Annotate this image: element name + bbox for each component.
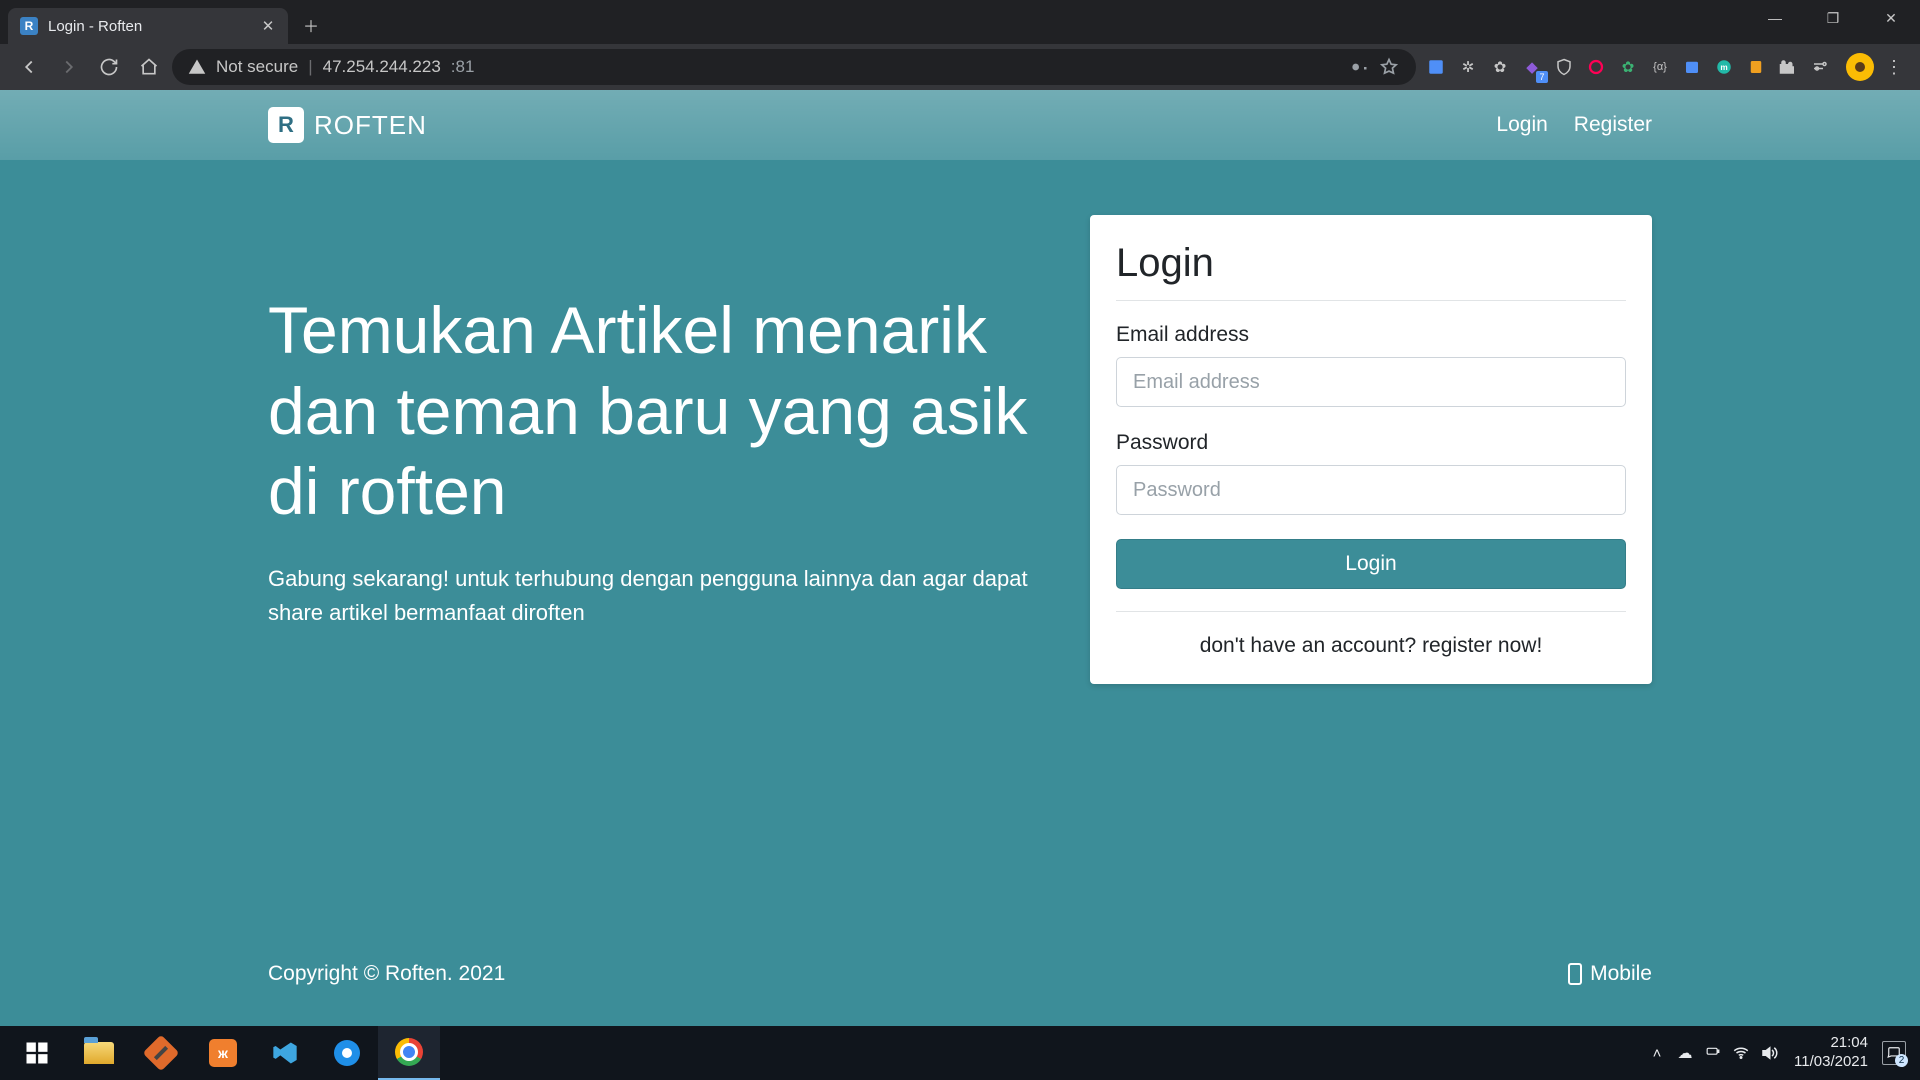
brand-logo-icon: R xyxy=(268,107,304,143)
tray-wifi-icon[interactable] xyxy=(1730,1042,1752,1064)
taskbar-chrome[interactable] xyxy=(378,1026,440,1080)
tray-clock[interactable]: 21:04 11/03/2021 xyxy=(1794,1034,1868,1072)
tray-notifications-icon[interactable] xyxy=(1882,1041,1906,1065)
taskbar-explorer[interactable] xyxy=(68,1026,130,1080)
extension-frog-icon[interactable]: ✿ xyxy=(1614,53,1642,81)
extension-circle-icon[interactable] xyxy=(1582,53,1610,81)
extension-calendar-icon[interactable] xyxy=(1678,53,1706,81)
tab-strip: R Login - Roften ✕ ＋ ― ❐ ✕ xyxy=(0,0,1920,44)
password-input[interactable] xyxy=(1116,465,1626,515)
brand-name: ROFTEN xyxy=(314,110,427,141)
email-input[interactable] xyxy=(1116,357,1626,407)
back-button[interactable] xyxy=(12,50,46,84)
window-minimize-button[interactable]: ― xyxy=(1746,0,1804,36)
media-control-icon[interactable] xyxy=(1806,53,1834,81)
browser-chrome: R Login - Roften ✕ ＋ ― ❐ ✕ Not secure xyxy=(0,0,1920,90)
nav-links: Login Register xyxy=(1496,113,1652,137)
extensions-row: ✲ ✿ ◆ ✿ {α} m xyxy=(1422,53,1834,81)
favicon-icon: R xyxy=(20,17,38,35)
extension-gear-icon[interactable]: ✿ xyxy=(1486,53,1514,81)
windows-taskbar: ж ˄ ☁ 21:04 11/03/2021 xyxy=(0,1026,1920,1080)
extension-translate-icon[interactable] xyxy=(1422,53,1450,81)
brand[interactable]: R ROFTEN xyxy=(268,107,427,143)
tab-title: Login - Roften xyxy=(48,18,250,35)
register-prompt-row: don't have an account? register now! xyxy=(1116,634,1626,658)
divider xyxy=(1116,300,1626,301)
extension-m-icon[interactable]: m xyxy=(1710,53,1738,81)
window-close-button[interactable]: ✕ xyxy=(1862,0,1920,36)
browser-menu-button[interactable]: ⋮ xyxy=(1880,50,1908,84)
system-tray: ˄ ☁ 21:04 11/03/2021 xyxy=(1646,1034,1914,1072)
phone-icon xyxy=(1568,963,1582,985)
extension-react-icon[interactable]: ✲ xyxy=(1454,53,1482,81)
window-controls: ― ❐ ✕ xyxy=(1746,0,1920,36)
browser-tab[interactable]: R Login - Roften ✕ xyxy=(8,8,288,44)
tray-chevron-icon[interactable]: ˄ xyxy=(1646,1042,1668,1064)
taskbar-git[interactable] xyxy=(130,1026,192,1080)
extension-purple-icon[interactable]: ◆ xyxy=(1518,53,1546,81)
site-navbar: R ROFTEN Login Register xyxy=(0,90,1920,160)
register-prompt-text: don't have an account? xyxy=(1200,634,1422,657)
not-secure-icon xyxy=(188,58,206,76)
hero-subhead: Gabung sekarang! untuk terhubung dengan … xyxy=(268,562,1028,630)
login-title: Login xyxy=(1116,241,1626,286)
copyright-text: Copyright © Roften. 2021 xyxy=(268,962,505,986)
login-card: Login Email address Password Login don't… xyxy=(1090,215,1652,684)
start-button[interactable] xyxy=(6,1026,68,1080)
home-button[interactable] xyxy=(132,50,166,84)
window-maximize-button[interactable]: ❐ xyxy=(1804,0,1862,36)
taskbar-vscode[interactable] xyxy=(254,1026,316,1080)
tray-time: 21:04 xyxy=(1794,1034,1868,1053)
taskbar-xampp[interactable]: ж xyxy=(192,1026,254,1080)
bookmark-star-icon[interactable] xyxy=(1378,56,1400,78)
nav-link-register[interactable]: Register xyxy=(1574,113,1652,137)
tray-volume-icon[interactable] xyxy=(1758,1042,1780,1064)
save-password-icon[interactable] xyxy=(1348,56,1370,78)
profile-avatar[interactable] xyxy=(1846,53,1874,81)
new-tab-button[interactable]: ＋ xyxy=(296,10,326,40)
mobile-label: Mobile xyxy=(1590,962,1652,986)
reload-button[interactable] xyxy=(92,50,126,84)
hero: Temukan Artikel menarik dan teman baru y… xyxy=(268,290,1048,630)
tray-date: 11/03/2021 xyxy=(1794,1053,1868,1072)
divider xyxy=(1116,611,1626,612)
page-footer: Copyright © Roften. 2021 Mobile xyxy=(268,962,1652,986)
svg-text:m: m xyxy=(1720,63,1727,72)
extension-slides-icon[interactable] xyxy=(1742,53,1770,81)
extension-shield-icon[interactable] xyxy=(1550,53,1578,81)
tray-onedrive-icon[interactable]: ☁ xyxy=(1674,1042,1696,1064)
login-submit-button[interactable]: Login xyxy=(1116,539,1626,589)
hero-headline: Temukan Artikel menarik dan teman baru y… xyxy=(268,290,1048,532)
security-label: Not secure xyxy=(216,57,298,77)
close-tab-icon[interactable]: ✕ xyxy=(260,18,276,34)
url-port: :81 xyxy=(451,57,475,77)
extensions-menu-icon[interactable] xyxy=(1774,53,1802,81)
nav-link-login[interactable]: Login xyxy=(1496,113,1547,137)
address-bar[interactable]: Not secure | 47.254.244.223 :81 xyxy=(172,49,1416,85)
tray-battery-icon[interactable] xyxy=(1702,1042,1724,1064)
page-viewport: R ROFTEN Login Register Temukan Artikel … xyxy=(0,90,1920,1026)
mobile-link[interactable]: Mobile xyxy=(1568,962,1652,986)
forward-button[interactable] xyxy=(52,50,86,84)
toolbar: Not secure | 47.254.244.223 :81 ✲ ✿ ◆ xyxy=(0,44,1920,90)
separator: | xyxy=(308,57,312,77)
url-host: 47.254.244.223 xyxy=(323,57,441,77)
taskbar-location[interactable] xyxy=(316,1026,378,1080)
password-label: Password xyxy=(1116,431,1626,455)
email-label: Email address xyxy=(1116,323,1626,347)
register-link[interactable]: register now! xyxy=(1422,634,1542,657)
extension-brackets-icon[interactable]: {α} xyxy=(1646,53,1674,81)
